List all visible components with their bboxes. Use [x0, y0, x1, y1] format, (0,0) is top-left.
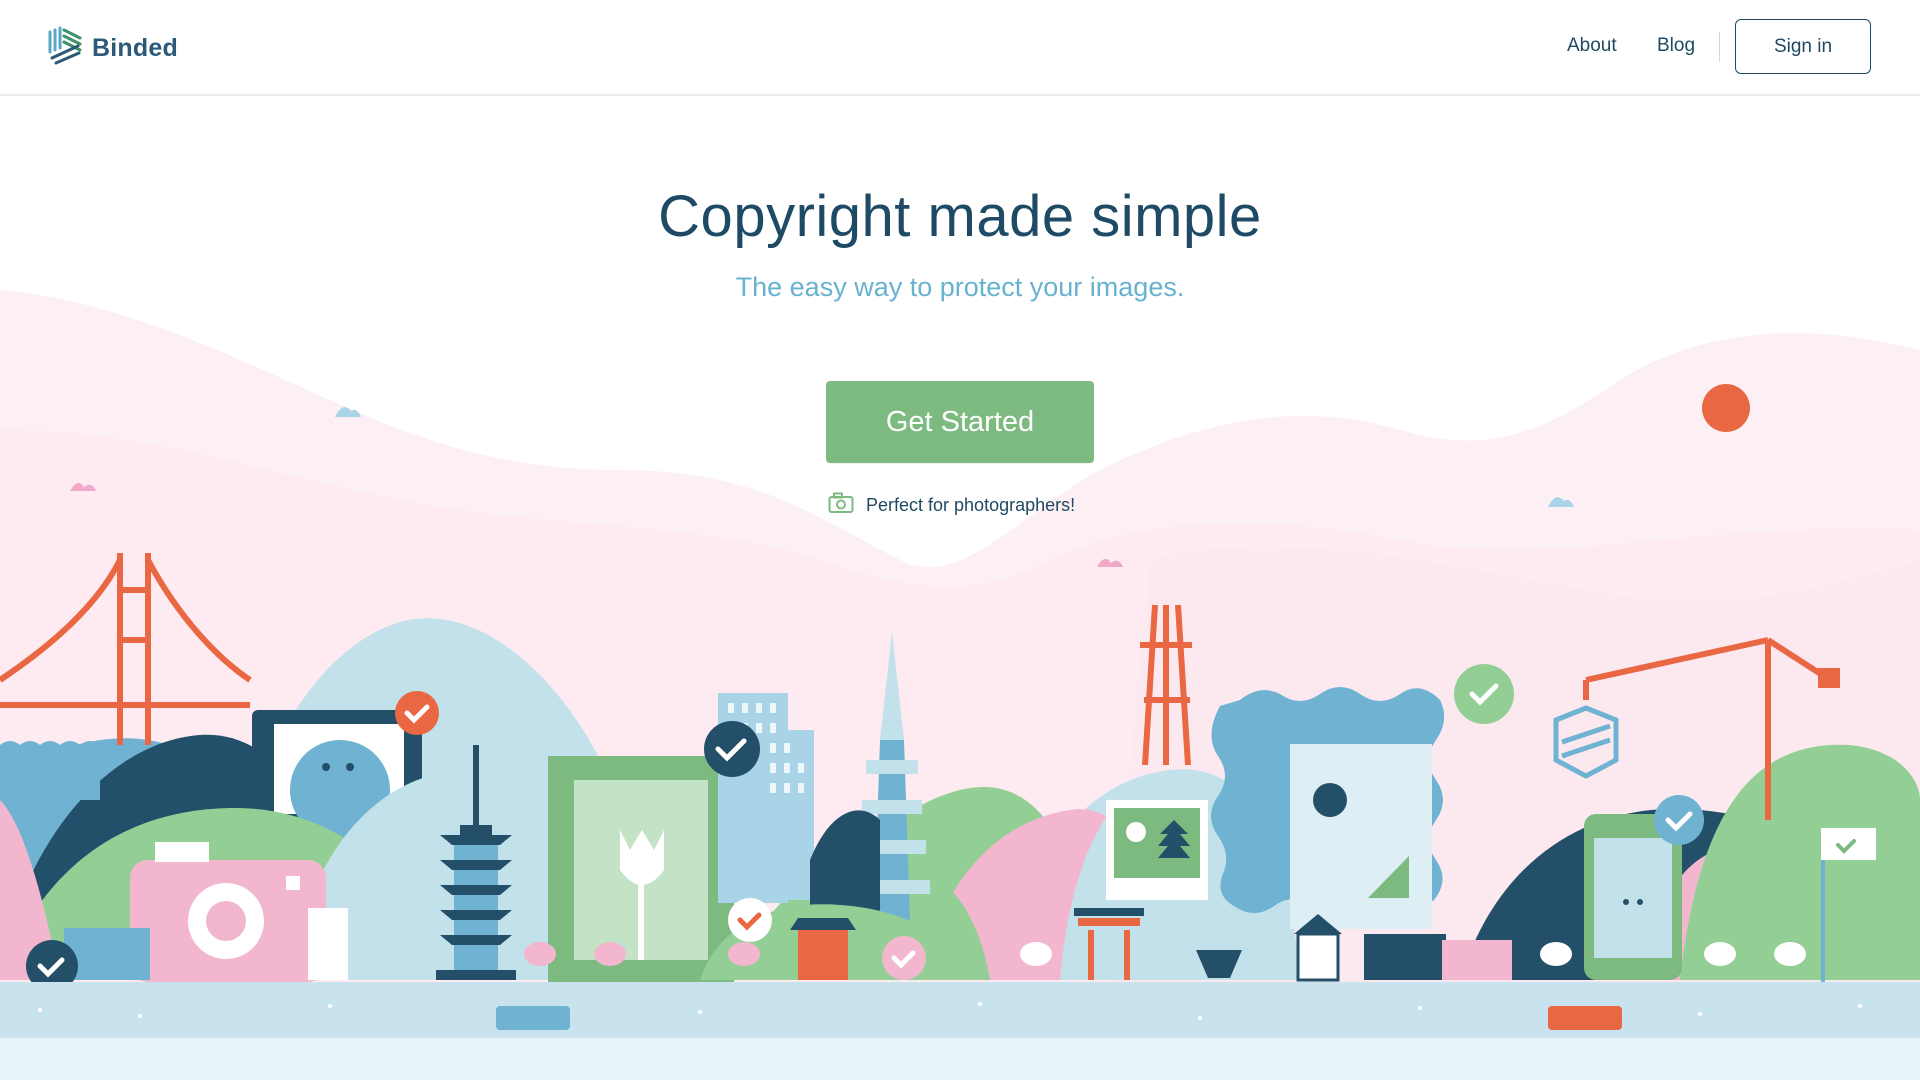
brand-name: Binded	[92, 34, 178, 62]
nav-divider	[1719, 32, 1720, 62]
top-navigation-bar: Binded About Blog Sign in	[0, 0, 1920, 96]
get-started-button[interactable]: Get Started	[826, 381, 1094, 463]
hero-subtitle: The easy way to protect your images.	[735, 272, 1185, 302]
nav-link-blog[interactable]: Blog	[1657, 35, 1695, 57]
nav-link-about[interactable]: About	[1567, 35, 1617, 57]
sign-in-button[interactable]: Sign in	[1735, 19, 1871, 74]
photographers-note: Perfect for photographers!	[828, 492, 1075, 519]
camera-icon	[828, 492, 854, 519]
binded-logo-icon	[46, 26, 84, 71]
brand-home-link[interactable]: Binded	[46, 26, 178, 71]
hero-title: Copyright made simple	[658, 184, 1262, 249]
photographers-note-text: Perfect for photographers!	[866, 495, 1076, 515]
